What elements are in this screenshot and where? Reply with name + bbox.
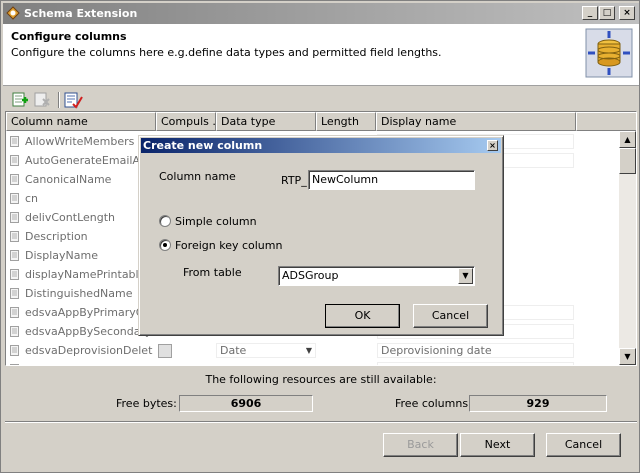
column-header-length[interactable]: Length <box>316 112 376 131</box>
table-row[interactable]: edsvaDeprovisionStat... Deprovisioning st… <box>6 360 620 365</box>
row-column-name: Description <box>25 230 88 243</box>
toolbar-separator <box>58 92 60 108</box>
column-icon <box>10 345 19 356</box>
column-icon <box>10 364 19 365</box>
column-icon <box>10 136 19 147</box>
column-header-filler <box>576 112 636 131</box>
row-column-name: delivContLength <box>25 211 116 224</box>
column-icon <box>10 288 19 299</box>
schema-icon <box>6 6 20 20</box>
row-column-name: displayNamePrintable <box>25 268 146 281</box>
grid-header: Column name Compuls ... Data type Length… <box>6 112 636 131</box>
resources-note: The following resources are still availa… <box>205 373 437 386</box>
dialog-close-icon[interactable]: × <box>487 140 498 151</box>
maximize-button[interactable]: □ <box>599 6 615 20</box>
back-button[interactable]: Back <box>383 433 458 457</box>
column-icon <box>10 174 19 185</box>
row-data-type[interactable]: Date ▼ <box>216 343 316 358</box>
dialog-title-bar[interactable]: Create new column × <box>141 138 501 153</box>
radio-selected-dot <box>163 243 167 247</box>
scroll-up-icon[interactable]: ▲ <box>619 131 636 148</box>
close-button[interactable]: × <box>619 6 635 20</box>
footer-divider <box>5 421 637 423</box>
row-column-name: DistinguishedName <box>25 287 133 300</box>
column-icon <box>10 269 19 280</box>
column-prefix: RTP_ <box>281 174 307 187</box>
row-column-name: edsvaAppBySecondary <box>25 325 152 338</box>
chevron-down-icon[interactable]: ▼ <box>306 344 312 357</box>
row-column-name: edsvaAppByPrimaryOw <box>25 306 153 319</box>
dialog-cancel-button[interactable]: Cancel <box>413 304 488 328</box>
simple-column-label[interactable]: Simple column <box>175 215 257 228</box>
chevron-down-icon[interactable]: ▼ <box>458 268 473 284</box>
column-name-input[interactable]: NewColumn <box>308 170 475 190</box>
dialog-ok-button[interactable]: OK <box>325 304 400 328</box>
column-header-data-type[interactable]: Data type <box>216 112 316 131</box>
free-bytes-label: Free bytes: <box>116 397 177 410</box>
header-title: Configure columns <box>11 30 127 43</box>
window-title: Schema Extension <box>24 7 138 20</box>
column-icon <box>10 326 19 337</box>
row-column-name: AutoGenerateEmailAdd <box>25 154 153 167</box>
column-name-label: Column name <box>159 170 236 183</box>
row-data-type-value: Date <box>220 344 247 357</box>
column-icon <box>10 193 19 204</box>
row-column-name: edsvaDeprovisionDeleti... <box>25 344 153 357</box>
simple-column-radio[interactable] <box>159 215 171 227</box>
from-table-value: ADSGroup <box>282 269 339 282</box>
row-column-name: CanonicalName <box>25 173 112 186</box>
toolbar <box>3 89 639 111</box>
column-header-compulsory[interactable]: Compuls ... <box>156 112 216 131</box>
minimize-button[interactable]: _ <box>582 6 598 20</box>
column-icon <box>10 155 19 166</box>
from-table-select[interactable]: ADSGroup ▼ <box>278 266 475 286</box>
dialog-title: Create new column <box>143 139 263 152</box>
row-column-name: AllowWriteMembers <box>25 135 135 148</box>
scroll-down-icon[interactable]: ▼ <box>619 348 636 365</box>
compulsory-checkbox[interactable] <box>158 344 172 358</box>
header-description: Configure the columns here e.g.define da… <box>11 46 442 59</box>
next-button[interactable]: Next <box>460 433 535 457</box>
row-column-name: DisplayName <box>25 249 98 262</box>
title-bar[interactable]: Schema Extension _ □ × <box>3 3 639 24</box>
vertical-scrollbar[interactable]: ▲ ▼ <box>619 131 636 365</box>
column-icon <box>10 250 19 261</box>
delete-column-icon[interactable] <box>32 91 52 109</box>
row-display-name[interactable]: Deprovisioning status <box>377 362 574 365</box>
column-icon <box>10 212 19 223</box>
row-display-name[interactable]: Deprovisioning date <box>377 343 574 358</box>
cancel-button[interactable]: Cancel <box>546 433 621 457</box>
edit-column-icon[interactable] <box>63 91 83 109</box>
free-columns-value: 929 <box>469 395 607 412</box>
free-bytes-value: 6906 <box>179 395 313 412</box>
foreign-key-label[interactable]: Foreign key column <box>175 239 282 252</box>
from-table-label: From table <box>183 266 242 279</box>
row-column-name: cn <box>25 192 39 205</box>
row-column-name: edsvaDeprovisionStat... <box>25 363 153 365</box>
free-columns-label: Free columns: <box>395 397 472 410</box>
wizard-header: Configure columns Configure the columns … <box>3 24 639 86</box>
schema-extension-window: Schema Extension _ □ × Configure columns… <box>0 0 640 473</box>
column-header-name[interactable]: Column name <box>6 112 156 131</box>
add-column-icon[interactable] <box>10 91 30 109</box>
create-column-dialog: Create new column × Column name RTP_ New… <box>138 135 504 336</box>
column-icon <box>10 231 19 242</box>
database-icon <box>585 28 633 78</box>
foreign-key-radio[interactable] <box>159 239 171 251</box>
column-header-display-name[interactable]: Display name <box>376 112 576 131</box>
scroll-thumb[interactable] <box>619 148 636 174</box>
column-icon <box>10 307 19 318</box>
table-row[interactable]: edsvaDeprovisionDeleti... Date ▼ Deprovisio… <box>6 341 620 360</box>
